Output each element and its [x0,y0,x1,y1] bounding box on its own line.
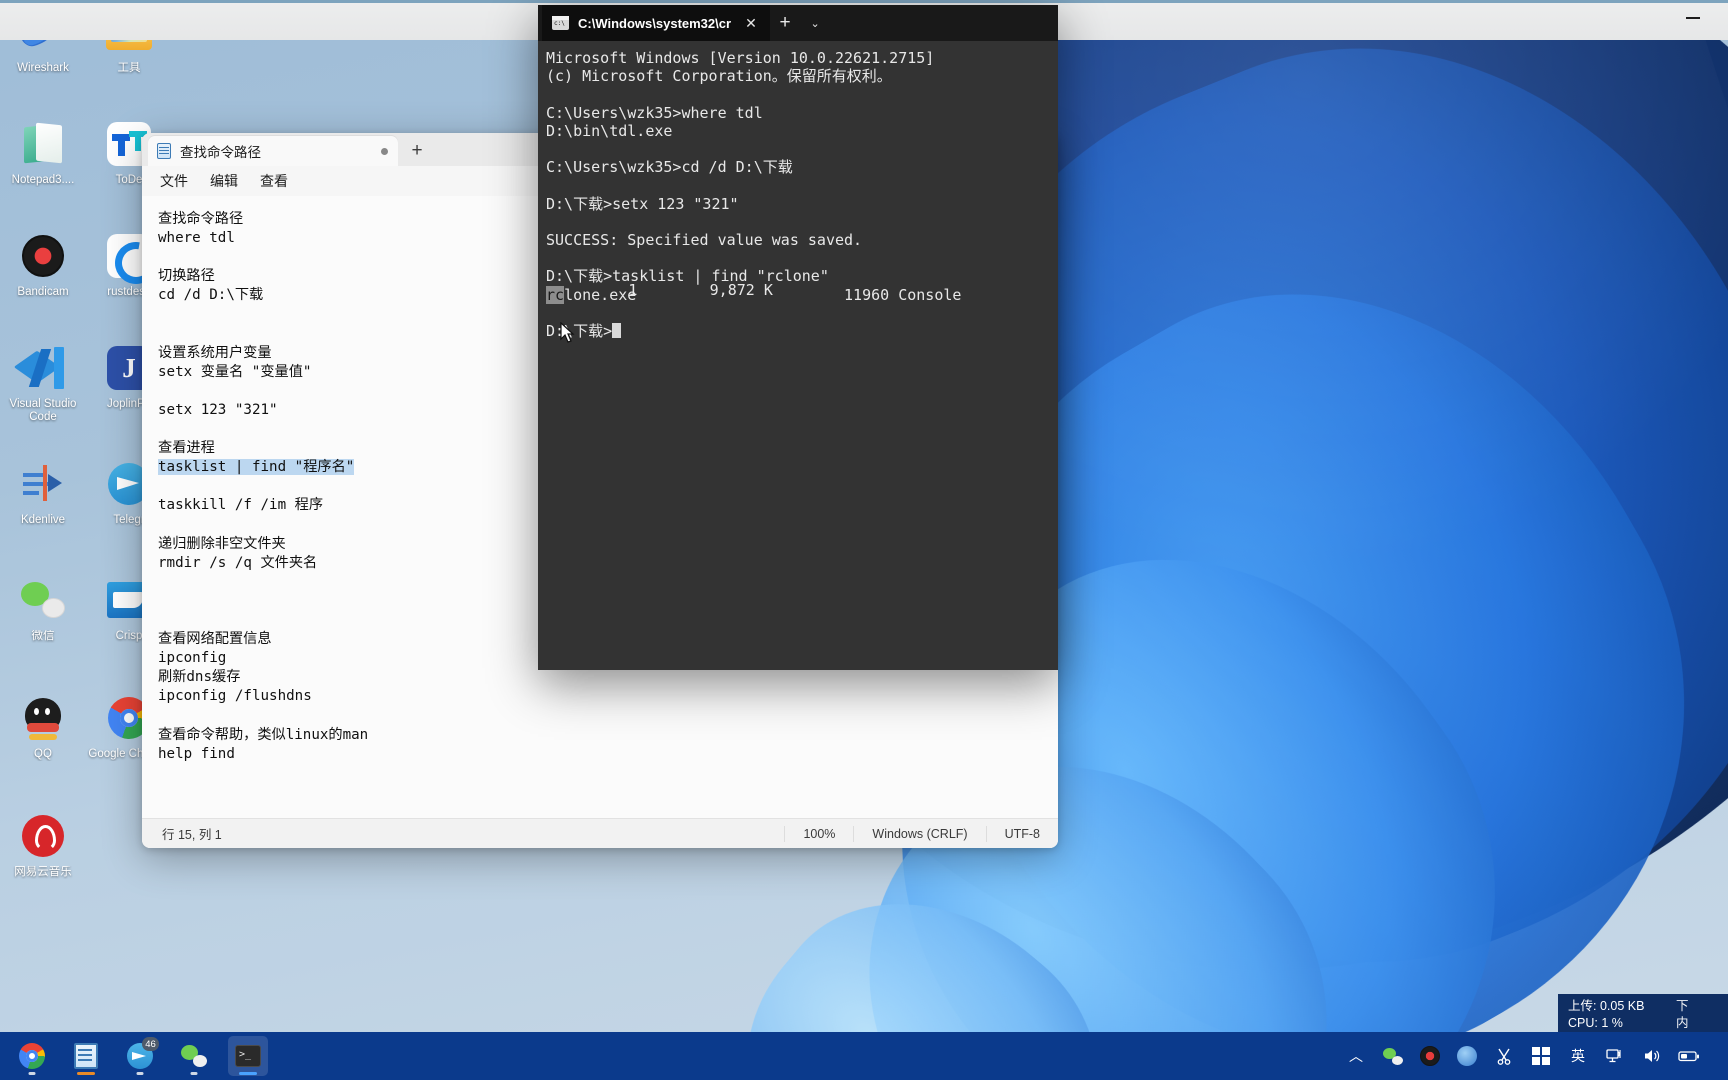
terminal-line: Microsoft Windows [Version 10.0.22621.27… [546,49,935,67]
desktop-icon-vscode[interactable]: Visual Studio Code [0,336,86,448]
upload-speed: 上传: 0.05 KB [1568,999,1645,1013]
taskbar-item-notepad[interactable] [66,1036,106,1076]
terminal-tabbar: C:\Windows\system32\cr ✕ + ⌄ [538,5,1058,41]
encoding[interactable]: UTF-8 [985,825,1058,842]
notepad-tab-title: 查找命令路径 [180,145,261,160]
line-ending[interactable]: Windows (CRLF) [853,825,985,842]
taskbar-item-wechat[interactable] [174,1036,214,1076]
desktop-icon-label: 微信 [31,630,55,642]
chrome-icon [19,1043,45,1069]
menu-item-edit[interactable]: 编辑 [210,171,238,191]
notification-badge: 46 [142,1037,159,1051]
chevron-up-icon[interactable]: ︿ [1344,1044,1368,1068]
desktop-icon-bandicam[interactable]: Bandicam [0,224,86,336]
menu-item-file[interactable]: 文件 [160,171,188,191]
running-indicator [190,1072,198,1075]
desktop-icon-label: QQ [34,748,52,760]
terminal-line: C:\Users\wzk35>where tdl [546,103,763,122]
tray-blue-app-icon[interactable] [1455,1044,1479,1068]
desktop-icon-label: Bandicam [17,286,69,298]
snipping-tool-icon[interactable] [1492,1044,1516,1068]
tray-wechat-icon[interactable] [1381,1044,1405,1068]
bandicam-icon [19,232,67,280]
system-tray: ︿ 英 [1344,1044,1728,1068]
battery-icon[interactable] [1677,1044,1701,1068]
text-selected-command: tasklist | find "程序名" [158,459,355,476]
terminal-overflow-text: 1 9,872 K [520,281,773,299]
desktop-icon-label: 工具 [117,62,141,74]
network-icon[interactable] [1603,1044,1627,1068]
terminal-window: C:\Windows\system32\cr ✕ + ⌄ Microsoft W… [538,5,1058,670]
new-tab-button[interactable]: + [402,136,432,166]
taskbar-item-chrome[interactable] [12,1036,52,1076]
terminal-tab-title: C:\Windows\system32\cr [578,15,732,31]
new-tab-button[interactable]: + [770,5,800,41]
memory-label: 内 [1676,1016,1689,1030]
taskbar-item-terminal[interactable] [228,1036,268,1076]
chevron-down-icon[interactable]: ⌄ [800,5,830,41]
vscode-icon [13,344,67,392]
download-label: 下 [1676,999,1689,1013]
close-icon[interactable]: ✕ [740,12,762,34]
notepad-statusbar: 行 15, 列 1 100% Windows (CRLF) UTF-8 [142,818,1058,848]
desktop-icon-label: Wireshark [17,62,69,74]
taskbar-item-telegram[interactable]: 46 [120,1036,160,1076]
windows-logo-icon[interactable] [1529,1044,1553,1068]
ime-indicator[interactable]: 英 [1566,1044,1590,1068]
console-icon [552,16,569,30]
text-before-highlight: 查找命令路径 where tdl 切换路径 cd /d D:\下载 设置系统用户… [158,211,312,457]
terminal-line: SUCCESS: Specified value was saved. [546,231,863,250]
notepad3-icon [19,120,67,168]
terminal-line: D:\bin\tdl.exe [546,121,673,140]
zoom-level[interactable]: 100% [784,825,853,842]
notepad-tab[interactable]: 查找命令路径 [148,136,398,166]
wechat-icon [181,1045,207,1067]
desktop-icon-qq[interactable]: QQ [0,686,86,798]
desktop-icon-wechat[interactable]: 微信 [0,568,86,680]
kdenlive-icon [19,460,67,508]
text-cursor [612,323,622,339]
wechat-icon [1383,1047,1403,1065]
desktop-icon-notepad3[interactable]: Notepad3.... [0,112,86,224]
taskbar-pinned-apps: 46 [0,1036,268,1076]
blue-app-icon [1457,1046,1477,1066]
terminal-line: D:\下载>setx 123 "321" [546,194,739,213]
notepad-icon [156,142,172,160]
desktop-icon-label: 网易云音乐 [14,866,72,878]
desktop-icon-label: Notepad3.... [11,174,75,186]
running-indicator [77,1072,95,1075]
menu-item-view[interactable]: 查看 [260,171,288,191]
terminal-icon [235,1045,261,1067]
volume-icon[interactable] [1640,1044,1664,1068]
bandicam-icon [1420,1046,1440,1066]
desktop-icon-netease-music[interactable]: 网易云音乐 [0,804,86,916]
desktop-root: Wireshark Notepad3.... Bandicam Visual S… [0,0,1728,1080]
notepad-icon [74,1043,98,1069]
cpu-usage: CPU: 1 % [1568,1016,1623,1030]
tray-bandicam-icon[interactable] [1418,1044,1442,1068]
wechat-icon [19,576,67,624]
terminal-tab[interactable]: C:\Windows\system32\cr ✕ [542,5,771,41]
terminal-prompt: D:\下载> [546,322,613,341]
qq-icon [19,694,67,742]
netease-music-icon [19,812,67,860]
text-after-highlight: taskkill /f /im 程序 递归删除非空文件夹 rmdir /s /q… [158,497,369,762]
active-indicator [239,1072,257,1075]
network-monitor-widget[interactable]: 上传: 0.05 KB 下 CPU: 1 % 内 [1558,994,1728,1036]
desktop-icon-label: Kdenlive [20,514,66,526]
terminal-line: (c) Microsoft Corporation。保留所有权利。 [546,67,892,86]
cursor-position: 行 15, 列 1 [162,828,222,842]
terminal-line: C:\Users\wzk35>cd /d D:\下载 [546,158,793,177]
running-indicator [136,1072,144,1075]
taskbar: 46 ︿ 英 [0,1032,1728,1080]
terminal-output[interactable]: Microsoft Windows [Version 10.0.22621.27… [538,41,1058,670]
unsaved-dot-icon [381,147,388,155]
desktop-icon-label: Visual Studio Code [9,398,77,423]
running-indicator [28,1072,36,1075]
desktop-icon-kdenlive[interactable]: Kdenlive [0,452,86,564]
minimize-icon[interactable] [1686,17,1700,19]
